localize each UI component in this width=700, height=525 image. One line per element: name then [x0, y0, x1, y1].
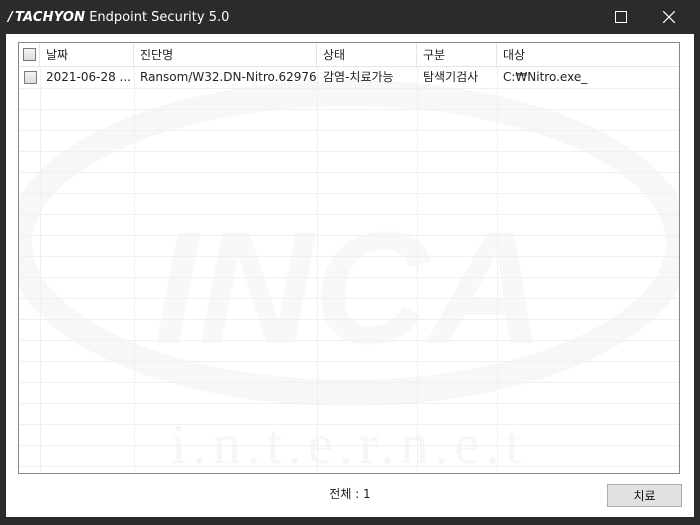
- column-header-diagnosis[interactable]: 진단명: [134, 43, 317, 67]
- grid-row-line: [19, 361, 679, 362]
- grid-column-line: [497, 67, 498, 473]
- app-window: / TACHYON Endpoint Security 5.0 INCA i.n.…: [0, 0, 700, 525]
- close-button[interactable]: [646, 0, 692, 34]
- column-header-status[interactable]: 상태: [317, 43, 417, 67]
- maximize-button[interactable]: [598, 0, 644, 34]
- grid-column-line: [417, 67, 418, 473]
- grid-row-line: [19, 382, 679, 383]
- column-header-target[interactable]: 대상: [497, 43, 679, 67]
- grid-row-line: [19, 298, 679, 299]
- heal-button[interactable]: 치료: [607, 484, 682, 507]
- cell-status: 감염-치료가능: [323, 70, 394, 84]
- cell-date: 2021-06-28 ...: [46, 70, 131, 84]
- cell-target: C:₩Nitro.exe_: [503, 70, 588, 84]
- grid-row-line: [19, 172, 679, 173]
- cell-category: 탐색기검사: [423, 70, 479, 84]
- grid-row-line: [19, 109, 679, 110]
- total-count: 전체 : 1: [329, 487, 371, 501]
- row-checkbox[interactable]: [24, 71, 37, 84]
- svg-text:i.n.t.e.r.n.e.t: i.n.t.e.r.n.e.t: [171, 414, 527, 473]
- grid-row-line: [19, 235, 679, 236]
- close-icon: [663, 11, 675, 23]
- grid-row-line: [19, 445, 679, 446]
- select-all-checkbox[interactable]: [23, 48, 36, 61]
- grid-row-line: [19, 88, 679, 89]
- grid-row-line: [19, 277, 679, 278]
- svg-text:INCA: INCA: [153, 198, 544, 377]
- title-bar: / TACHYON Endpoint Security 5.0: [0, 0, 700, 34]
- maximize-icon: [615, 11, 627, 23]
- cell-diagnosis: Ransom/W32.DN-Nitro.62976: [140, 70, 317, 84]
- grid-row-line: [19, 151, 679, 152]
- select-all-cell: [19, 43, 40, 67]
- grid-row-line: [19, 466, 679, 467]
- result-grid: INCA i.n.t.e.r.n.e.t 날짜 진단명 상태 구분 대상 202…: [18, 42, 680, 474]
- grid-row-line: [19, 319, 679, 320]
- window-title: / TACHYON Endpoint Security 5.0: [0, 10, 229, 25]
- grid-column-line: [40, 67, 41, 473]
- grid-row-line: [19, 340, 679, 341]
- window-title-text: Endpoint Security 5.0: [89, 9, 230, 25]
- grid-row-line: [19, 256, 679, 257]
- grid-row-line: [19, 424, 679, 425]
- table-header: 날짜 진단명 상태 구분 대상: [19, 43, 679, 67]
- column-header-date[interactable]: 날짜: [40, 43, 134, 67]
- grid-row-line: [19, 193, 679, 194]
- grid-column-line: [134, 67, 135, 473]
- grid-column-line: [317, 67, 318, 473]
- column-header-category[interactable]: 구분: [417, 43, 497, 67]
- inca-watermark: INCA i.n.t.e.r.n.e.t: [19, 80, 679, 473]
- grid-row-line: [19, 403, 679, 404]
- grid-row-line: [19, 130, 679, 131]
- brand-logo: / TACHYON: [8, 9, 86, 25]
- grid-row-line: [19, 214, 679, 215]
- client-area: INCA i.n.t.e.r.n.e.t 날짜 진단명 상태 구분 대상 202…: [6, 34, 694, 517]
- table-row[interactable]: 2021-06-28 ... Ransom/W32.DN-Nitro.62976…: [19, 67, 679, 88]
